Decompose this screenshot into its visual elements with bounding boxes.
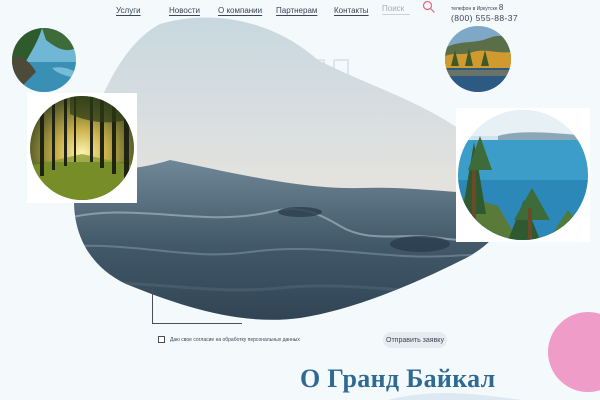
photo-autumn-lake [445,26,511,92]
consent-text: Даю свое согласие на обработку персональ… [170,337,300,343]
submit-request-button[interactable]: Отправить заявку [383,332,447,348]
form-field-box[interactable] [152,286,242,324]
photo-forest-sunset [30,96,134,200]
consent-checkbox[interactable] [158,336,165,343]
about-title: О Гранд Байкал [300,364,496,393]
photo-lake-shore [12,28,76,92]
photo-pine-lake [458,110,588,240]
